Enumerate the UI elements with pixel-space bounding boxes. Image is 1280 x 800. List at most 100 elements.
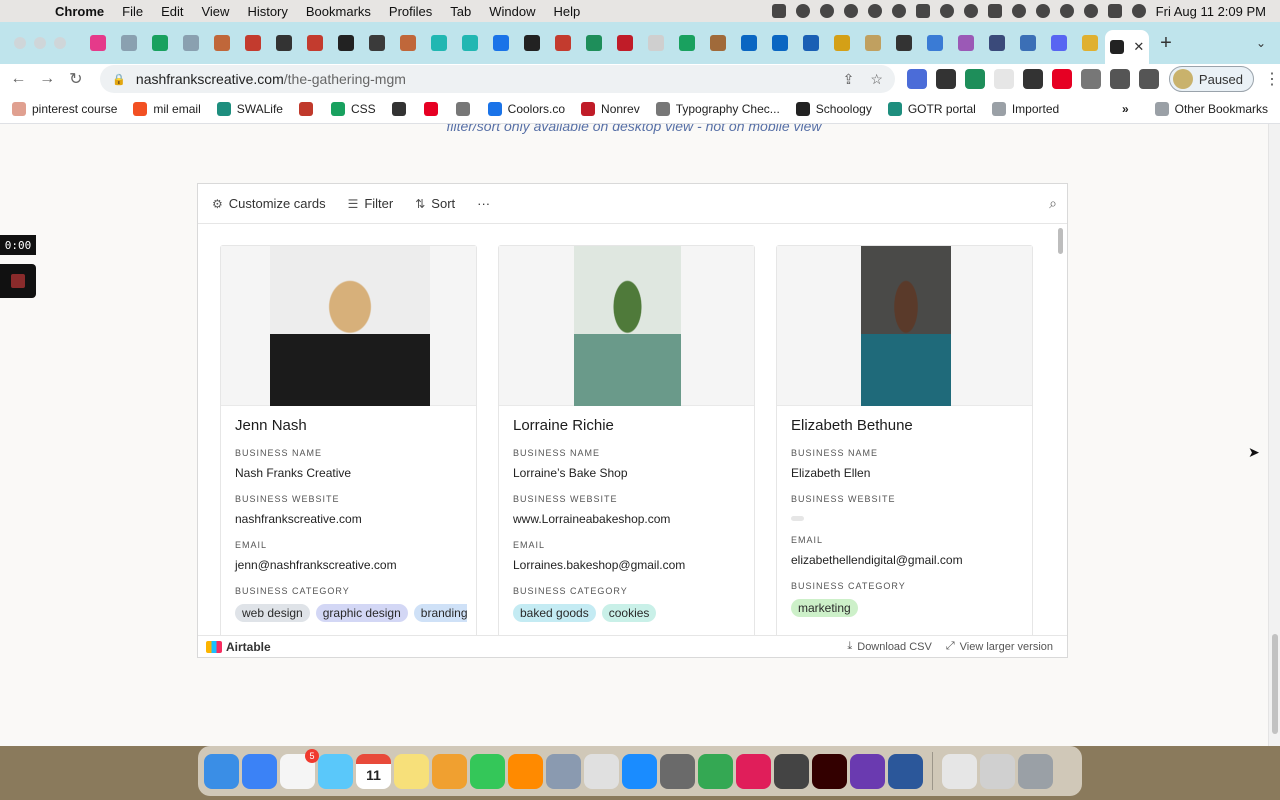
dock-app-icon[interactable] [204, 753, 239, 789]
dock-app-icon[interactable] [888, 753, 923, 789]
close-window-button[interactable] [14, 37, 26, 49]
wifi-icon[interactable] [1011, 4, 1026, 18]
tab-favicon-icon[interactable] [454, 22, 485, 64]
page-scrollbar[interactable] [1268, 124, 1280, 746]
tab-favicon-icon[interactable] [516, 22, 547, 64]
siri-icon[interactable] [1131, 4, 1146, 18]
dock-app-icon[interactable] [660, 753, 695, 789]
dock-app-icon[interactable] [622, 753, 657, 789]
bookmark-item[interactable]: pinterest course [12, 101, 117, 116]
tab-favicon-icon[interactable] [1012, 22, 1043, 64]
menu-history[interactable]: History [238, 4, 296, 19]
active-tab[interactable]: ✕ [1105, 30, 1149, 64]
tab-favicon-icon[interactable] [826, 22, 857, 64]
user-icon[interactable] [1035, 4, 1050, 18]
bookmark-item[interactable] [455, 101, 476, 116]
gallery-scrollbar[interactable] [1058, 226, 1064, 636]
dock-app-icon[interactable] [812, 753, 847, 789]
time-machine-icon[interactable] [1059, 4, 1074, 18]
tab-favicon-icon[interactable] [268, 22, 299, 64]
tab-favicon-icon[interactable] [702, 22, 733, 64]
spotlight-search-icon[interactable] [1083, 4, 1098, 18]
record-card[interactable]: Lorraine Richie BUSINESS NAME Lorraine’s B… [498, 245, 755, 635]
status-app-icon[interactable] [819, 4, 834, 18]
dock-app-icon[interactable] [698, 753, 733, 789]
bookmark-item[interactable] [298, 101, 319, 116]
extension-icon[interactable] [964, 69, 985, 89]
tab-favicon-icon[interactable] [361, 22, 392, 64]
reload-icon[interactable]: ↻ [61, 69, 90, 89]
status-app-icon[interactable] [771, 4, 786, 18]
tab-favicon-icon[interactable] [888, 22, 919, 64]
forward-arrow-icon[interactable]: → [33, 70, 62, 88]
dock-app-icon[interactable] [318, 753, 353, 789]
extension-icon[interactable] [1051, 69, 1072, 89]
other-bookmarks-folder[interactable]: Other Bookmarks [1154, 101, 1268, 116]
tab-favicon-icon[interactable] [330, 22, 361, 64]
menu-tab[interactable]: Tab [441, 4, 480, 19]
tab-favicon-icon[interactable] [299, 22, 330, 64]
bookmark-star-icon[interactable]: ☆ [870, 71, 883, 88]
close-tab-icon[interactable]: ✕ [1133, 39, 1144, 55]
bookmark-item[interactable]: GOTR portal [887, 101, 976, 116]
menu-profiles[interactable]: Profiles [380, 4, 441, 19]
dock-app-icon[interactable] [1018, 753, 1053, 789]
scrollbar-thumb[interactable] [1058, 228, 1063, 254]
tab-favicon-icon[interactable] [981, 22, 1012, 64]
extension-icon[interactable] [906, 69, 927, 89]
filter-button[interactable]: ☰ Filter [348, 196, 394, 211]
view-larger-button[interactable]: ⤢ View larger version [946, 640, 1053, 653]
play-icon[interactable] [891, 4, 906, 18]
tab-favicon-icon[interactable] [950, 22, 981, 64]
bookmark-item[interactable] [423, 101, 444, 116]
customize-cards-button[interactable]: ⚙ Customize cards [212, 196, 326, 211]
dock-app-icon[interactable] [394, 753, 429, 789]
extension-icon[interactable] [1080, 69, 1101, 89]
status-app-icon[interactable] [867, 4, 882, 18]
volume-icon[interactable] [939, 4, 954, 18]
airtable-logo[interactable]: Airtable [206, 640, 271, 654]
tab-favicon-icon[interactable] [547, 22, 578, 64]
extension-icon[interactable] [993, 69, 1014, 89]
lock-icon[interactable]: 🔒 [112, 73, 126, 86]
sort-button[interactable]: ⇅ Sort [415, 196, 455, 211]
control-center-icon[interactable] [1107, 4, 1122, 18]
bookmark-item[interactable]: Nonrev [581, 101, 640, 116]
bluetooth-icon[interactable] [963, 4, 978, 18]
bookmark-item[interactable]: Typography Chec... [655, 101, 780, 116]
address-bar[interactable]: 🔒 nashfrankscreative.com/the-gathering-m… [100, 65, 895, 93]
more-options-button[interactable]: ··· [477, 196, 490, 211]
tab-search-chevron-icon[interactable]: ⌄ [1256, 36, 1280, 50]
dock-app-icon[interactable] [942, 753, 977, 789]
bookmarks-overflow-chevron-icon[interactable]: » [1122, 102, 1143, 116]
tab-favicon-icon[interactable] [671, 22, 702, 64]
tab-favicon-icon[interactable] [423, 22, 454, 64]
menu-app-name[interactable]: Chrome [46, 4, 113, 19]
dock-app-icon[interactable] [980, 753, 1015, 789]
dock-app-icon[interactable] [736, 753, 771, 789]
tab-favicon-icon[interactable] [175, 22, 206, 64]
tab-favicon-icon[interactable] [1074, 22, 1105, 64]
dock-app-icon[interactable] [242, 753, 277, 789]
extension-icon[interactable] [1022, 69, 1043, 89]
stop-recording-button[interactable] [0, 264, 36, 298]
dock-app-icon[interactable]: 11 [356, 753, 391, 789]
battery-icon[interactable] [987, 4, 1002, 18]
tab-favicon-icon[interactable] [640, 22, 671, 64]
extension-icon[interactable] [1138, 69, 1159, 89]
download-csv-button[interactable]: ⤓ Download CSV [847, 640, 931, 653]
tab-favicon-icon[interactable] [733, 22, 764, 64]
search-icon[interactable]: ⌕ [1049, 195, 1057, 212]
bookmark-item[interactable]: Imported [991, 101, 1059, 116]
menu-edit[interactable]: Edit [152, 4, 192, 19]
menu-help[interactable]: Help [545, 4, 590, 19]
tab-favicon-icon[interactable] [113, 22, 144, 64]
dock-app-icon[interactable] [508, 753, 543, 789]
dock-app-icon[interactable] [546, 753, 581, 789]
menu-view[interactable]: View [192, 4, 238, 19]
tab-favicon-icon[interactable] [919, 22, 950, 64]
profile-button[interactable]: Paused [1168, 66, 1255, 92]
record-card[interactable]: Jenn Nash BUSINESS NAME Nash Franks Creati… [220, 245, 477, 635]
extension-icon[interactable] [1109, 69, 1130, 89]
back-arrow-icon[interactable]: ← [4, 70, 33, 88]
